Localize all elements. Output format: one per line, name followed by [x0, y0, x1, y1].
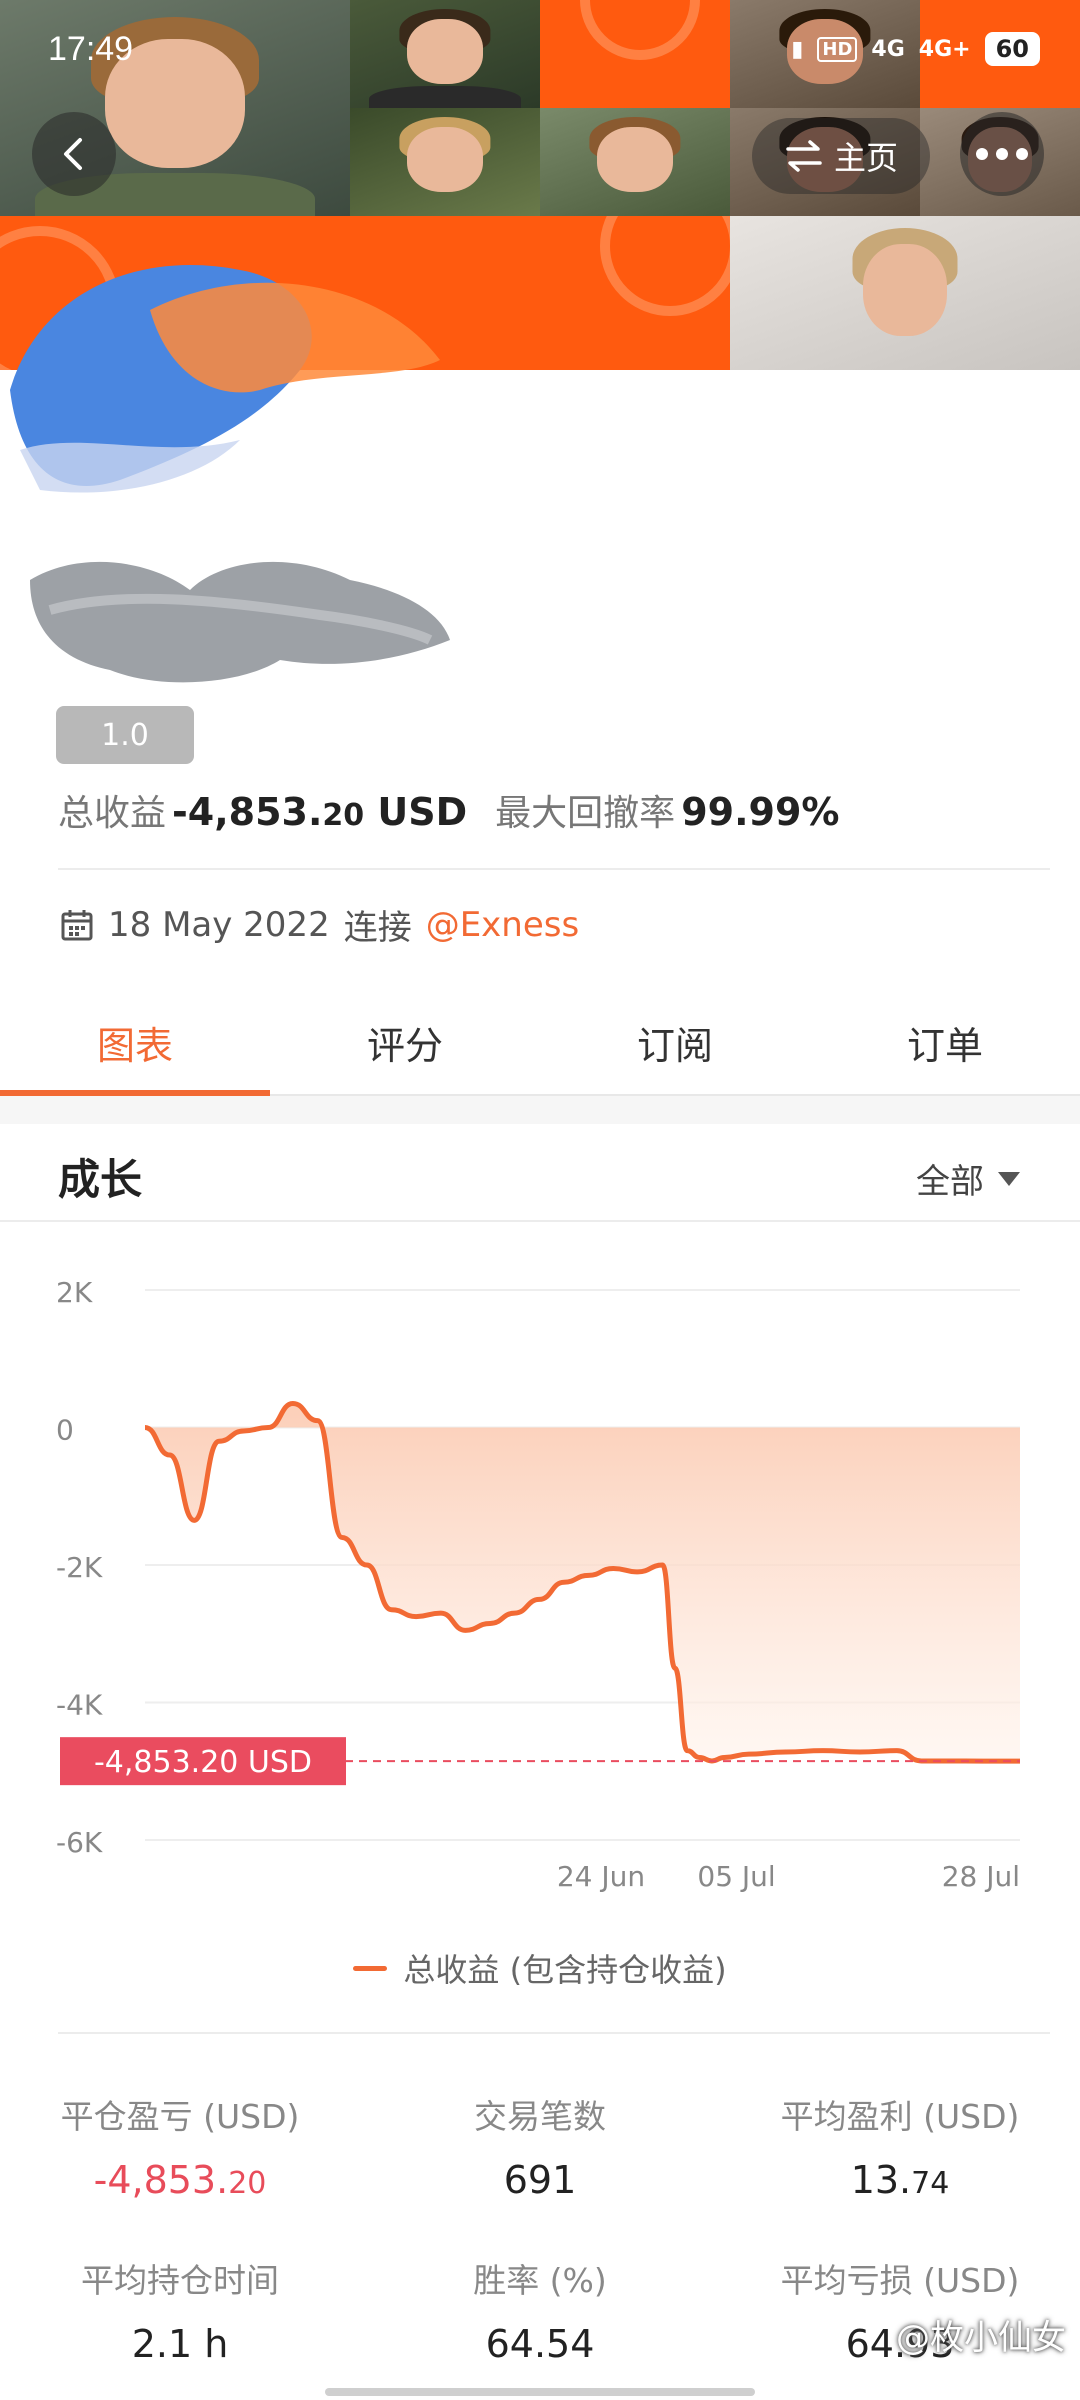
growth-area-fill	[145, 1403, 1020, 1762]
metric-value: -4,853.20	[93, 2158, 267, 2202]
divider	[58, 868, 1050, 870]
more-options-button[interactable]	[960, 112, 1044, 196]
metric-value: 691	[503, 2158, 577, 2202]
battery-icon: 60	[984, 32, 1040, 66]
y-tick-label: -6K	[56, 1826, 103, 1859]
signal-4g-plus-icon: 4G+	[918, 36, 971, 62]
metric-value: 2.1 h	[131, 2322, 229, 2366]
banner-photo-tile	[730, 216, 1080, 370]
performance-summary: 总收益 -4,853.20 USD 最大回撤率 99.99%	[58, 784, 839, 836]
growth-chart: 2K 0 -2K -4K -6K 24 Jun 05 Jul 28 Jul -4,853.20 …	[56, 1276, 1021, 1893]
back-button[interactable]	[32, 112, 116, 196]
signal-4g-icon: 4G	[871, 36, 905, 62]
home-button-label: 主页	[833, 139, 898, 177]
chevron-left-icon	[64, 138, 82, 170]
dot-icon	[996, 148, 1008, 160]
connection-info: 18 May 2022 连接 @Exness	[60, 900, 579, 949]
swap-icon	[786, 140, 822, 172]
calendar-icon	[61, 909, 93, 940]
metric-win-rate: 胜率 (%) 64.54	[360, 2254, 720, 2366]
banner-pattern-tile	[540, 216, 730, 370]
metric-avg-hold-time: 平均持仓时间 2.1 h	[0, 2254, 360, 2366]
metric-avg-profit: 平均盈利 (USD) 13.74	[720, 2090, 1080, 2202]
tab-chart[interactable]: 图表	[0, 990, 270, 1096]
metric-value: 13.74	[850, 2158, 950, 2202]
dot-icon	[1016, 148, 1028, 160]
redacted-avatar	[10, 265, 440, 493]
y-tick-label: 2K	[56, 1276, 93, 1309]
banner-photo-tile	[350, 108, 540, 216]
metric-label: 平均持仓时间	[81, 2261, 279, 2300]
range-dropdown-value: 全部	[916, 1162, 984, 1202]
metric-closed-pnl: 平仓盈亏 (USD) -4,853.20	[0, 2090, 360, 2202]
tab-orders[interactable]: 订单	[810, 990, 1080, 1094]
hd-icon: HD	[817, 36, 858, 62]
metric-label: 平仓盈亏 (USD)	[60, 2097, 300, 2136]
redacted-username	[30, 561, 450, 683]
level-badge: 1.0	[56, 706, 194, 764]
chart-legend: 总收益 (包含持仓收益)	[0, 1945, 1080, 1991]
y-tick-label: -4K	[56, 1689, 103, 1722]
connection-label: 连接	[343, 908, 412, 948]
growth-title: 成长	[58, 1155, 143, 1204]
x-tick-label: 24 Jun	[557, 1860, 645, 1893]
metric-value: 64.54	[485, 2322, 595, 2366]
total-profit-label: 总收益	[58, 793, 167, 834]
caret-down-icon	[998, 1171, 1020, 1186]
current-value-label: -4,853.20 USD	[94, 1745, 312, 1780]
dot-icon	[976, 148, 988, 160]
range-dropdown[interactable]: 全部	[916, 1154, 1020, 1203]
divider	[58, 2032, 1050, 2034]
total-profit-value: -4,853.20 USD	[172, 790, 468, 834]
watermark: @枚小仙女	[896, 2318, 1066, 2358]
legend-swatch	[353, 1965, 388, 1971]
connection-date: 18 May 2022	[108, 904, 330, 945]
y-tick-label: -2K	[56, 1551, 103, 1584]
tab-bar: 图表 评分 订阅 订单	[0, 990, 1080, 1096]
metric-label: 交易笔数	[474, 2097, 606, 2136]
tab-subscribe[interactable]: 订阅	[540, 990, 810, 1094]
status-icons: ▮ HD 4G 4G+ 60	[791, 32, 1040, 66]
section-spacer	[0, 1096, 1080, 1124]
growth-header: 成长 全部	[0, 1124, 1080, 1222]
status-time: 17:49	[48, 30, 134, 68]
metric-trades: 交易笔数 691	[360, 2090, 720, 2202]
metric-label: 平均盈利 (USD)	[780, 2097, 1020, 2136]
broker-link[interactable]: @Exness	[426, 905, 580, 945]
max-drawdown-value: 99.99%	[681, 790, 840, 834]
y-tick-label: 0	[56, 1414, 74, 1447]
home-indicator[interactable]	[325, 2388, 755, 2396]
legend-label: 总收益 (包含持仓收益)	[403, 1951, 727, 1989]
status-bar: 17:49 ▮ HD 4G 4G+ 60	[0, 0, 1080, 100]
x-tick-label: 28 Jul	[942, 1860, 1020, 1893]
vibrate-icon: ▮	[791, 36, 804, 62]
banner-photo-tile	[540, 108, 730, 216]
home-button[interactable]: 主页	[752, 118, 930, 194]
metric-label: 胜率 (%)	[473, 2261, 607, 2300]
metric-label: 平均亏损 (USD)	[780, 2261, 1020, 2300]
tab-rating[interactable]: 评分	[270, 990, 540, 1094]
x-tick-label: 05 Jul	[697, 1860, 775, 1893]
max-drawdown-label: 最大回撤率	[495, 793, 676, 834]
